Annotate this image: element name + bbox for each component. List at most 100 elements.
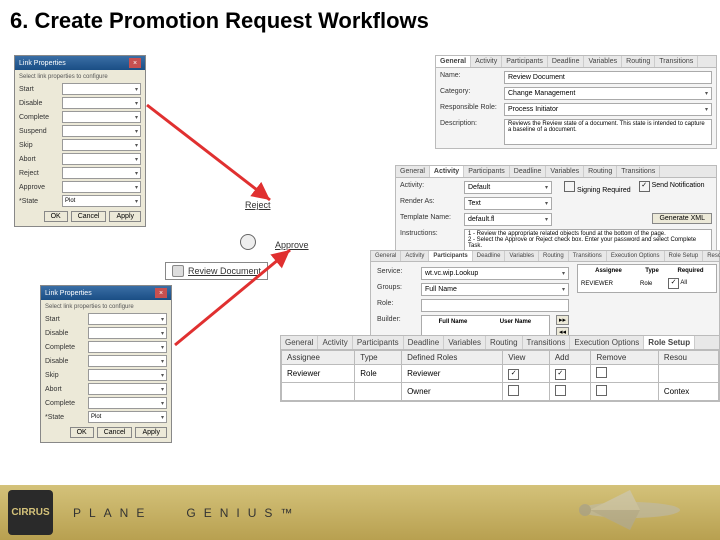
signing-checkbox[interactable] xyxy=(564,181,575,192)
close-icon[interactable]: × xyxy=(129,58,141,68)
ok-button[interactable]: OK xyxy=(44,211,68,222)
tab-deadline[interactable]: Deadline xyxy=(404,336,445,349)
tab-activity[interactable]: Activity xyxy=(471,56,502,67)
role-input[interactable] xyxy=(421,299,569,312)
col-remove: Remove xyxy=(591,351,658,365)
tab-routing[interactable]: Routing xyxy=(584,166,617,177)
tab-variables[interactable]: Variables xyxy=(546,166,584,177)
tab-participants[interactable]: Participants xyxy=(464,166,510,177)
tab-activity[interactable]: Activity xyxy=(430,166,464,177)
activity-icon xyxy=(172,265,184,277)
generate-xml-button[interactable]: Generate XML xyxy=(652,213,712,224)
tab-role-setup[interactable]: Role Setup xyxy=(665,251,704,261)
tab-participants[interactable]: Participants xyxy=(502,56,548,67)
tab-role-setup[interactable]: Role Setup xyxy=(644,336,695,349)
tab-general[interactable]: General xyxy=(281,336,318,349)
view-checkbox[interactable]: ✓ xyxy=(508,369,519,380)
field-dropdown[interactable] xyxy=(62,153,141,165)
tab-deadline[interactable]: Deadline xyxy=(548,56,585,67)
tab-participants[interactable]: Participants xyxy=(353,336,404,349)
tab-routing[interactable]: Routing xyxy=(539,251,569,261)
tab-transitions[interactable]: Transitions xyxy=(569,251,607,261)
tab-transitions[interactable]: Transitions xyxy=(617,166,660,177)
close-icon[interactable]: × xyxy=(155,288,167,298)
template-dropdown[interactable]: default.fl xyxy=(464,213,552,226)
activity-label: Activity: xyxy=(400,181,460,189)
state-value: Plot xyxy=(91,414,161,420)
field-label: Complete xyxy=(45,344,85,351)
panel-tabs: General Activity Participants Deadline V… xyxy=(371,251,719,262)
role-dropdown[interactable]: Process Initiator xyxy=(504,103,712,116)
add-arrow-button[interactable]: ▸▸ xyxy=(556,315,569,325)
field-dropdown[interactable] xyxy=(88,369,167,381)
instruction-2: 2 - Select the Approve or Reject check b… xyxy=(468,237,708,249)
state-value: Plot xyxy=(65,198,135,204)
category-dropdown[interactable]: Change Management xyxy=(504,87,712,100)
required-header: Required xyxy=(667,267,714,275)
tab-transitions[interactable]: Transitions xyxy=(523,336,571,349)
render-dropdown[interactable]: Text xyxy=(464,197,552,210)
desc-textarea[interactable]: Reviews the Review state of a document. … xyxy=(504,119,712,145)
ok-button[interactable]: OK xyxy=(70,427,94,438)
render-label: Render As: xyxy=(400,197,460,205)
flow-node-circle xyxy=(240,234,256,252)
service-dropdown[interactable]: wt.vc.wip.Lookup xyxy=(421,267,569,280)
field-dropdown[interactable] xyxy=(62,125,141,137)
apply-button[interactable]: Apply xyxy=(135,427,167,438)
required-checkbox[interactable]: ✓ xyxy=(668,278,679,289)
field-dropdown[interactable] xyxy=(88,341,167,353)
field-dropdown[interactable] xyxy=(62,139,141,151)
activity-dropdown[interactable]: Default xyxy=(464,181,552,194)
remove-checkbox[interactable] xyxy=(596,367,607,378)
tab-variables[interactable]: Variables xyxy=(584,56,622,67)
instructions-label: Instructions: xyxy=(400,229,460,237)
add-checkbox[interactable] xyxy=(555,385,566,396)
field-dropdown[interactable] xyxy=(62,83,141,95)
tab-participants[interactable]: Participants xyxy=(429,251,472,261)
field-dropdown[interactable] xyxy=(62,111,141,123)
field-dropdown[interactable] xyxy=(88,313,167,325)
role-label: Responsible Role: xyxy=(440,103,500,111)
tab-general[interactable]: General xyxy=(371,251,401,261)
tab-transitions[interactable]: Transitions xyxy=(655,56,698,67)
field-dropdown[interactable] xyxy=(62,167,141,179)
field-dropdown[interactable] xyxy=(88,383,167,395)
tab-exec-options[interactable]: Execution Options xyxy=(570,336,644,349)
field-dropdown[interactable] xyxy=(62,181,141,193)
slide-title: 6. Create Promotion Request Workflows xyxy=(10,8,429,34)
tab-deadline[interactable]: Deadline xyxy=(510,166,547,177)
tab-general[interactable]: General xyxy=(436,56,471,67)
flow-review-node: Review Document xyxy=(165,262,268,280)
view-checkbox[interactable] xyxy=(508,385,519,396)
cancel-button[interactable]: Cancel xyxy=(97,427,133,438)
cancel-button[interactable]: Cancel xyxy=(71,211,107,222)
tab-deadline[interactable]: Deadline xyxy=(473,251,506,261)
dialog-title: Link Properties xyxy=(45,290,92,297)
notify-checkbox[interactable]: ✓ xyxy=(639,181,650,192)
tab-activity[interactable]: Activity xyxy=(401,251,429,261)
field-dropdown[interactable]: Plot xyxy=(88,411,167,423)
field-dropdown[interactable] xyxy=(88,327,167,339)
field-dropdown[interactable] xyxy=(88,355,167,367)
tab-general[interactable]: General xyxy=(396,166,430,177)
tab-activity[interactable]: Activity xyxy=(318,336,352,349)
add-checkbox[interactable]: ✓ xyxy=(555,369,566,380)
remove-checkbox[interactable] xyxy=(596,385,607,396)
field-dropdown[interactable]: Plot xyxy=(62,195,141,207)
name-input[interactable]: Review Document xyxy=(504,71,712,84)
field-label: Start xyxy=(45,316,85,323)
service-label: Service: xyxy=(377,267,417,275)
tab-variables[interactable]: Variables xyxy=(505,251,539,261)
general-panel: General Activity Participants Deadline V… xyxy=(435,55,717,149)
brand-text: PLANE GENIUS™ xyxy=(73,506,300,520)
apply-button[interactable]: Apply xyxy=(109,211,141,222)
groups-dropdown[interactable]: Full Name xyxy=(421,283,569,296)
tab-routing[interactable]: Routing xyxy=(622,56,655,67)
field-dropdown[interactable] xyxy=(88,397,167,409)
col-type: Type xyxy=(355,351,402,365)
tab-resource-pool[interactable]: Resource Pool xyxy=(703,251,720,261)
field-dropdown[interactable] xyxy=(62,97,141,109)
tab-routing[interactable]: Routing xyxy=(486,336,523,349)
tab-variables[interactable]: Variables xyxy=(444,336,486,349)
tab-exec-options[interactable]: Execution Options xyxy=(607,251,665,261)
